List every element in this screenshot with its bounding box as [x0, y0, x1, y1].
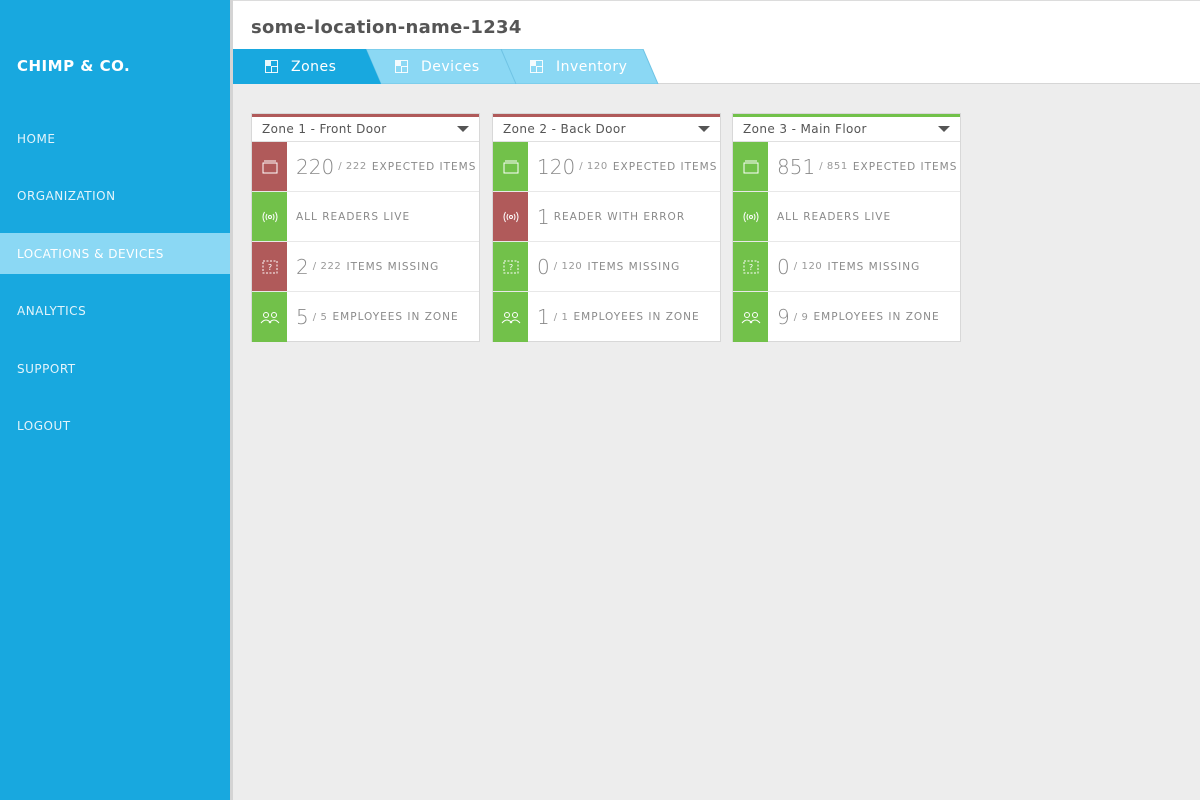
- items-missing-total: / 120: [793, 261, 823, 272]
- box-icon: [493, 142, 528, 191]
- expected-items-label: EXPECTED ITEMS: [371, 160, 477, 173]
- people-icon: [493, 292, 528, 342]
- readers-row: ALL READERS LIVE: [733, 192, 960, 242]
- zone-card: Zone 3 - Main Floor 851 / 851 EXPECTED I…: [732, 113, 961, 342]
- expected-items-row: 851 / 851 EXPECTED ITEMS: [733, 142, 960, 192]
- expected-items-total: / 851: [819, 161, 848, 172]
- tab-bar: Zones Devices Inventory: [233, 49, 673, 84]
- items-missing-label: ITEMS MISSING: [587, 260, 681, 273]
- readers-count: 1: [537, 204, 550, 229]
- zone-select[interactable]: Zone 2 - Back Door: [493, 117, 720, 142]
- expected-items-count: 220: [296, 154, 335, 179]
- missing-item-icon: ?: [733, 242, 768, 291]
- chevron-down-icon: [938, 126, 950, 132]
- wireless-icon: [733, 192, 768, 241]
- expected-items-total: / 120: [579, 161, 608, 172]
- items-missing-count: 2: [296, 254, 309, 279]
- readers-label: READER WITH ERROR: [553, 210, 686, 223]
- employees-count: 9: [777, 305, 790, 329]
- zone-card: Zone 1 - Front Door 220 / 222 EXPECTED I…: [251, 113, 480, 342]
- header: some-location-name-1234 Zones Devices In…: [233, 0, 1200, 84]
- readers-label: ALL READERS LIVE: [777, 210, 892, 223]
- tab-zones-label: Zones: [291, 58, 337, 75]
- employees-label: EMPLOYEES IN ZONE: [332, 311, 459, 323]
- items-missing-label: ITEMS MISSING: [346, 260, 440, 273]
- employees-row: 9 / 9 EMPLOYEES IN ZONE: [733, 292, 960, 342]
- readers-row: ALL READERS LIVE: [252, 192, 479, 242]
- people-icon: [252, 292, 287, 342]
- items-missing-total: / 120: [553, 261, 583, 272]
- expected-items-label: EXPECTED ITEMS: [612, 160, 718, 173]
- chevron-down-icon: [698, 126, 710, 132]
- nav-item-logout[interactable]: LOGOUT: [0, 406, 230, 447]
- expected-items-count: 851: [777, 154, 816, 179]
- wireless-icon: [493, 192, 528, 241]
- employees-total: / 1: [553, 311, 569, 323]
- employees-label: EMPLOYEES IN ZONE: [813, 311, 940, 323]
- layout-icon: [395, 60, 408, 73]
- zone-name: Zone 2 - Back Door: [503, 122, 626, 136]
- zone-select[interactable]: Zone 1 - Front Door: [252, 117, 479, 142]
- box-icon: [252, 142, 287, 191]
- items-missing-label: ITEMS MISSING: [827, 260, 921, 273]
- chevron-down-icon: [457, 126, 469, 132]
- people-icon: [733, 292, 768, 342]
- items-missing-count: 0: [537, 254, 550, 279]
- zone-card: Zone 2 - Back Door 120 / 120 EXPECTED IT…: [492, 113, 721, 342]
- svg-text:?: ?: [748, 263, 752, 272]
- zone-name: Zone 3 - Main Floor: [743, 122, 867, 136]
- tab-devices[interactable]: Devices: [395, 49, 480, 84]
- items-missing-row: ? 2 / 222 ITEMS MISSING: [252, 242, 479, 292]
- employees-count: 1: [537, 305, 550, 329]
- nav-item-organization[interactable]: ORGANIZATION: [0, 176, 230, 217]
- employees-total: / 5: [312, 311, 328, 323]
- employees-total: / 9: [793, 311, 809, 323]
- readers-row: 1 READER WITH ERROR: [493, 192, 720, 242]
- employees-row: 5 / 5 EMPLOYEES IN ZONE: [252, 292, 479, 342]
- missing-item-icon: ?: [493, 242, 528, 291]
- tab-devices-label: Devices: [421, 58, 480, 75]
- expected-items-label: EXPECTED ITEMS: [852, 160, 958, 173]
- sidebar: CHIMP & CO. HOME ORGANIZATION LOCATIONS …: [0, 0, 230, 800]
- nav-item-analytics[interactable]: ANALYTICS: [0, 291, 230, 332]
- employees-count: 5: [296, 305, 309, 329]
- nav-item-support[interactable]: SUPPORT: [0, 348, 230, 389]
- items-missing-row: ? 0 / 120 ITEMS MISSING: [493, 242, 720, 292]
- tab-inventory-label: Inventory: [556, 58, 628, 75]
- nav-item-locations-devices[interactable]: LOCATIONS & DEVICES: [0, 233, 230, 274]
- tab-zones[interactable]: Zones: [265, 49, 336, 84]
- zone-name: Zone 1 - Front Door: [262, 122, 387, 136]
- wireless-icon: [252, 192, 287, 241]
- expected-items-total: / 222: [338, 161, 367, 172]
- expected-items-count: 120: [537, 154, 576, 179]
- nav-item-home[interactable]: HOME: [0, 118, 230, 159]
- page-title: some-location-name-1234: [251, 17, 522, 38]
- employees-row: 1 / 1 EMPLOYEES IN ZONE: [493, 292, 720, 342]
- items-missing-count: 0: [777, 254, 790, 279]
- sidebar-divider: [230, 0, 233, 800]
- box-icon: [733, 142, 768, 191]
- items-missing-total: / 222: [312, 261, 342, 272]
- expected-items-row: 220 / 222 EXPECTED ITEMS: [252, 142, 479, 192]
- svg-text:?: ?: [508, 263, 512, 272]
- zone-select[interactable]: Zone 3 - Main Floor: [733, 117, 960, 142]
- sidebar-nav: HOME ORGANIZATION LOCATIONS & DEVICES AN…: [0, 118, 230, 463]
- brand-logo[interactable]: CHIMP & CO.: [17, 57, 130, 75]
- employees-label: EMPLOYEES IN ZONE: [573, 311, 700, 323]
- items-missing-row: ? 0 / 120 ITEMS MISSING: [733, 242, 960, 292]
- missing-item-icon: ?: [252, 242, 287, 291]
- expected-items-row: 120 / 120 EXPECTED ITEMS: [493, 142, 720, 192]
- layout-icon: [265, 60, 278, 73]
- layout-icon: [530, 60, 543, 73]
- tab-inventory[interactable]: Inventory: [530, 49, 627, 84]
- readers-label: ALL READERS LIVE: [296, 210, 411, 223]
- svg-text:?: ?: [267, 263, 271, 272]
